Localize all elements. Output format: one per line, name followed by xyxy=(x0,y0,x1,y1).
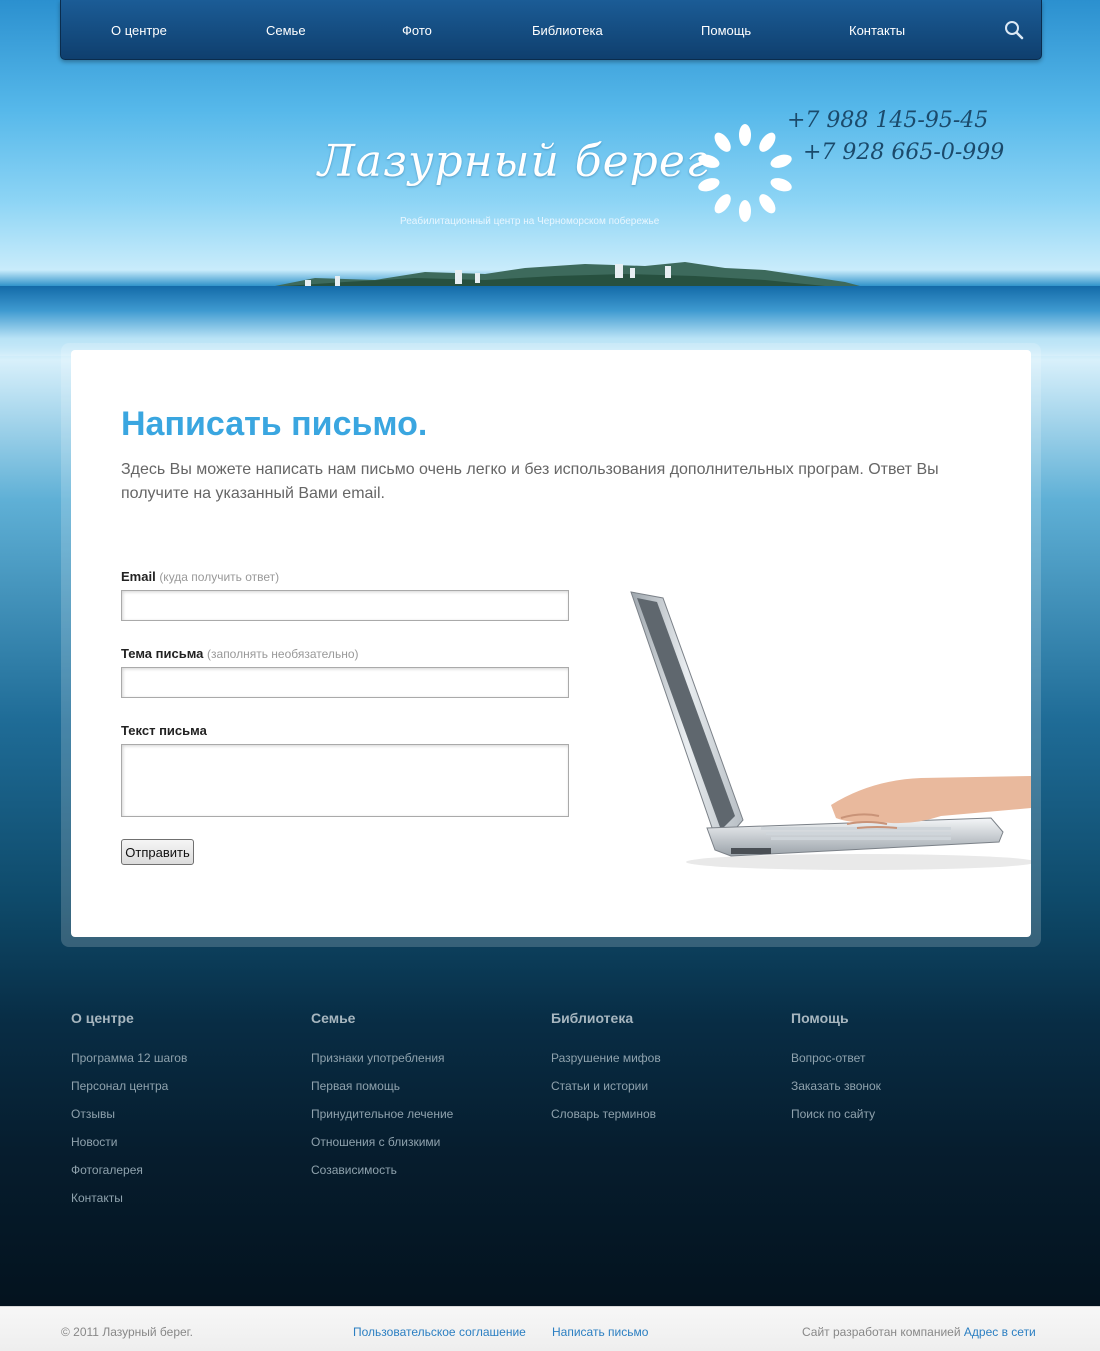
footer-link[interactable]: Разрушение мифов xyxy=(551,1044,781,1072)
footer-link[interactable]: Первая помощь xyxy=(311,1072,541,1100)
nav-item-help[interactable]: Помощь xyxy=(701,23,751,38)
copyright-text: © 2011 Лазурный берег. xyxy=(61,1325,193,1339)
site-logo-text[interactable]: Лазурный берег xyxy=(318,136,709,187)
footer-link[interactable]: Фотогалерея xyxy=(71,1156,301,1184)
footer-heading: О центре xyxy=(71,1010,134,1026)
footer-link[interactable]: Программа 12 шагов xyxy=(71,1044,301,1072)
sun-logo-icon xyxy=(698,124,792,222)
footer-link[interactable]: Поиск по сайту xyxy=(791,1100,1021,1128)
footer-heading: Помощь xyxy=(791,1010,849,1026)
nav-item-family[interactable]: Семье xyxy=(266,23,306,38)
footer-link[interactable]: Заказать звонок xyxy=(791,1072,1021,1100)
subject-hint: (заполнять необязательно) xyxy=(207,647,359,661)
footer-link[interactable]: Новости xyxy=(71,1128,301,1156)
developer-credit: Сайт разработан компанией Адрес в сети xyxy=(802,1325,1036,1339)
footer-link[interactable]: Персонал центра xyxy=(71,1072,301,1100)
footer-column-about: О центре Программа 12 шагов Персонал цен… xyxy=(71,1010,301,1212)
developer-text: Сайт разработан компанией xyxy=(802,1325,961,1339)
email-label: Email (куда получить ответ) xyxy=(121,569,279,584)
developer-link[interactable]: Адрес в сети xyxy=(964,1325,1036,1339)
footer-heading: Библиотека xyxy=(551,1010,634,1026)
footer-column-library: Библиотека Разрушение мифов Статьи и ист… xyxy=(551,1010,781,1128)
footer-link[interactable]: Вопрос-ответ xyxy=(791,1044,1021,1072)
subject-label-text: Тема письма xyxy=(121,646,204,661)
subject-field[interactable] xyxy=(121,667,569,698)
content-card: Написать письмо. Здесь Вы можете написат… xyxy=(71,350,1031,937)
email-label-text: Email xyxy=(121,569,156,584)
email-hint: (куда получить ответ) xyxy=(159,570,280,584)
footer-heading: Семье xyxy=(311,1010,356,1026)
footer-link[interactable]: Контакты xyxy=(71,1184,301,1212)
nav-item-library[interactable]: Библиотека xyxy=(532,23,603,38)
footer-link[interactable]: Признаки употребления xyxy=(311,1044,541,1072)
footer-link[interactable]: Отзывы xyxy=(71,1100,301,1128)
site-tagline: Реабилитационный центр на Черноморском п… xyxy=(400,216,660,227)
footer-link[interactable]: Принудительное лечение xyxy=(311,1100,541,1128)
subject-label: Тема письма (заполнять необязательно) xyxy=(121,646,359,661)
phone-number-1: +7 988 145-95-45 xyxy=(787,108,989,133)
nav-item-photo[interactable]: Фото xyxy=(402,23,432,38)
message-textarea[interactable] xyxy=(121,744,569,817)
page-title: Написать письмо. xyxy=(121,405,428,443)
bottom-bar: © 2011 Лазурный берег. Пользовательское … xyxy=(0,1306,1100,1351)
message-label: Текст письма xyxy=(121,723,207,738)
phone-number-2: +7 928 665-0-999 xyxy=(803,140,1005,165)
footer-link[interactable]: Словарь терминов xyxy=(551,1100,781,1128)
search-icon[interactable] xyxy=(1003,19,1025,41)
send-button[interactable]: Отправить xyxy=(121,839,194,865)
email-field[interactable] xyxy=(121,590,569,621)
footer-link[interactable]: Созависимость xyxy=(311,1156,541,1184)
page-intro-text: Здесь Вы можете написать нам письмо очен… xyxy=(121,461,939,502)
footer-column-family: Семье Признаки употребления Первая помощ… xyxy=(311,1010,541,1184)
nav-item-about[interactable]: О центре xyxy=(111,23,167,38)
top-navigation: О центре Семье Фото Библиотека Помощь Ко… xyxy=(60,0,1042,60)
nav-item-contacts[interactable]: Контакты xyxy=(849,23,905,38)
footer-link[interactable]: Отношения с близкими xyxy=(311,1128,541,1156)
footer-column-help: Помощь Вопрос-ответ Заказать звонок Поис… xyxy=(791,1010,1021,1128)
footer-link[interactable]: Статьи и истории xyxy=(551,1072,781,1100)
laptop-illustration xyxy=(630,591,1031,870)
user-agreement-link[interactable]: Пользовательское соглашение xyxy=(353,1325,526,1339)
write-letter-link[interactable]: Написать письмо xyxy=(552,1325,648,1339)
